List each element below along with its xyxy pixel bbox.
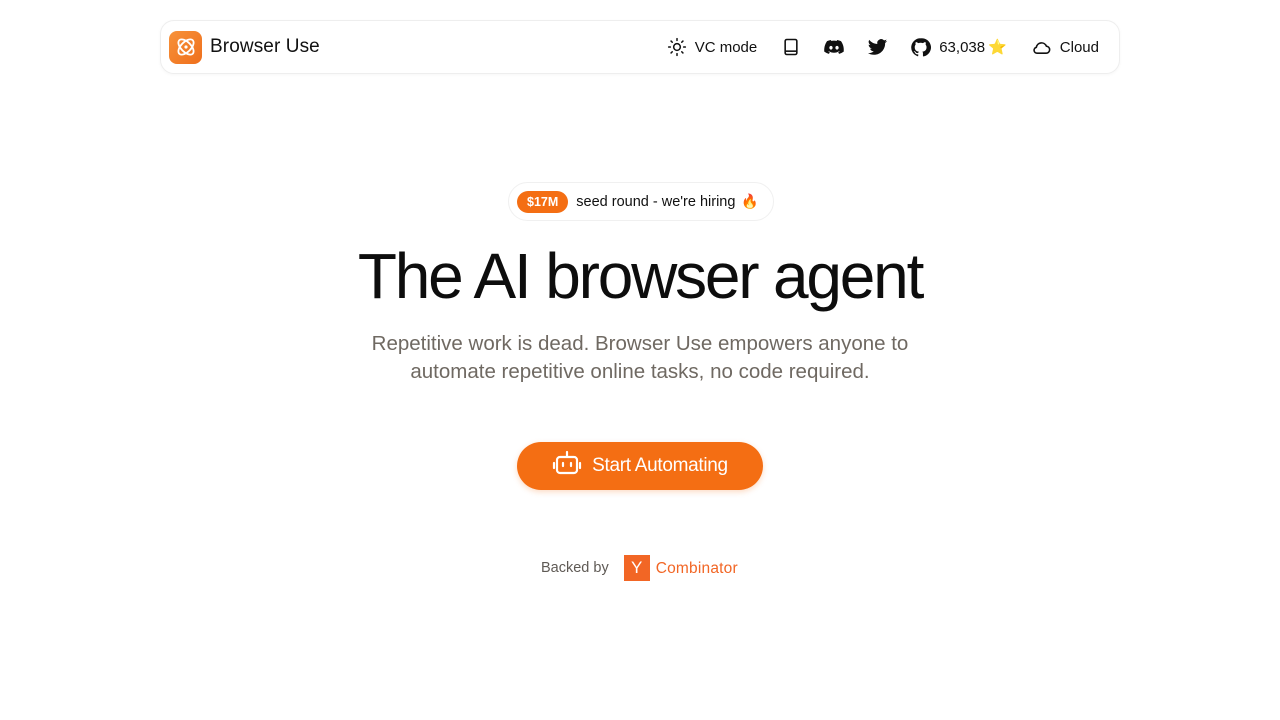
vc-mode-toggle[interactable]: VC mode	[667, 37, 758, 57]
book-icon	[781, 37, 801, 57]
robot-icon	[552, 449, 582, 483]
hero-subtitle: Repetitive work is dead. Browser Use emp…	[371, 332, 909, 383]
sun-icon	[667, 37, 687, 57]
twitter-link[interactable]	[867, 37, 888, 58]
announcement-text: seed round - we're hiring	[576, 193, 736, 210]
browser-use-logo-icon	[169, 30, 202, 64]
start-automating-label: Start Automating	[592, 455, 728, 476]
cloud-link[interactable]: Cloud	[1031, 37, 1099, 58]
github-icon	[910, 37, 932, 58]
docs-link[interactable]	[781, 37, 801, 57]
top-nav: Browser Use VC mode 63,038 ⭐ Cloud	[160, 20, 1120, 74]
announcement-pill[interactable]: $17M seed round - we're hiring 🔥	[508, 182, 774, 221]
funding-badge: $17M	[517, 190, 569, 213]
yc-y-icon: Y	[623, 555, 650, 581]
github-stars-count: 63,038	[939, 38, 986, 56]
cloud-icon	[1031, 37, 1052, 58]
cloud-label: Cloud	[1059, 38, 1099, 56]
github-link[interactable]: 63,038 ⭐	[910, 37, 1007, 58]
brand-link[interactable]: Browser Use	[169, 30, 320, 64]
hero-title: The AI browser agent	[357, 240, 925, 312]
nav-actions: VC mode 63,038 ⭐ Cloud	[667, 36, 1099, 58]
y-combinator-logo[interactable]: Y Combinator	[623, 555, 738, 581]
yc-wordmark: Combinator	[655, 560, 738, 577]
discord-icon	[823, 36, 845, 58]
brand-name: Browser Use	[210, 36, 320, 57]
discord-link[interactable]	[823, 36, 845, 58]
star-icon: ⭐	[988, 39, 1007, 56]
start-automating-button[interactable]: Start Automating	[517, 442, 763, 490]
backed-by-label: Backed by	[541, 560, 609, 576]
vc-mode-label: VC mode	[694, 38, 758, 56]
twitter-icon	[867, 37, 888, 58]
fire-icon: 🔥	[741, 193, 759, 209]
backed-by-section: Backed by Y Combinator	[541, 555, 738, 581]
